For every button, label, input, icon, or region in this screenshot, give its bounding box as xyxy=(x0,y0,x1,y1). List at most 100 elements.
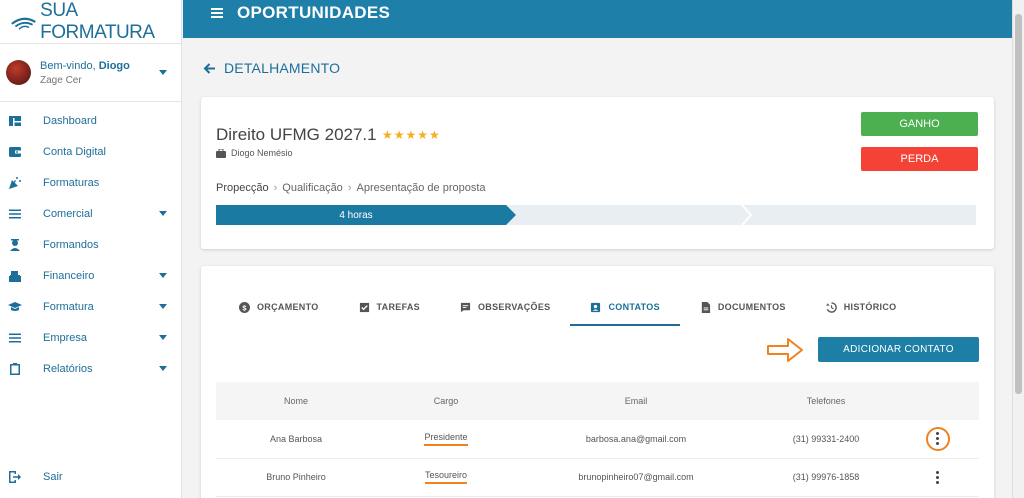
sidebar-item-conta-digital[interactable]: Conta Digital xyxy=(0,136,181,167)
chevron-down-icon xyxy=(159,211,167,216)
contacts-table: Nome Cargo Email Telefones Ana Barbosa P… xyxy=(216,382,979,497)
avatar xyxy=(6,60,31,85)
menu-icon xyxy=(8,331,22,345)
clipboard-icon xyxy=(8,362,22,376)
menu-icon xyxy=(8,207,22,221)
brand-logo[interactable]: SUA FORMATURA xyxy=(0,0,181,44)
tab-label: CONTATOS xyxy=(608,302,660,312)
dashboard-icon xyxy=(8,114,22,128)
back-label: DETALHAMENTO xyxy=(224,60,341,76)
table-row[interactable]: Ana Barbosa Presidente barbosa.ana@gmail… xyxy=(216,420,979,459)
graduation-cap-icon xyxy=(8,300,22,314)
step-item[interactable]: Apresentação de proposta xyxy=(356,182,485,194)
chevron-right-icon: › xyxy=(273,182,278,194)
svg-text:$: $ xyxy=(242,303,246,312)
briefcase-icon xyxy=(216,148,226,158)
column-header-nome[interactable]: Nome xyxy=(216,382,376,420)
row-actions-cell xyxy=(896,420,979,459)
party-icon xyxy=(8,176,22,190)
cash-register-icon xyxy=(8,269,22,283)
tab-label: ORÇAMENTO xyxy=(257,302,319,312)
sidebar-item-formatura[interactable]: Formatura xyxy=(0,291,181,322)
lost-button[interactable]: PERDA xyxy=(861,147,978,171)
tab-observacoes[interactable]: OBSERVAÇÕES xyxy=(440,288,570,326)
sidebar-item-label: Financeiro xyxy=(43,269,95,282)
sidebar-item-label: Formaturas xyxy=(43,176,100,189)
comment-icon xyxy=(460,302,471,312)
sidebar-item-label: Dashboard xyxy=(43,114,97,127)
history-icon xyxy=(825,301,837,313)
sidebar-item-relatorios[interactable]: Relatórios xyxy=(0,353,181,384)
chevron-down-icon xyxy=(159,366,167,371)
contact-role: Presidente xyxy=(424,432,468,446)
tab-label: HISTÓRICO xyxy=(843,302,897,312)
add-contact-button[interactable]: ADICIONAR CONTATO xyxy=(818,337,979,362)
sidebar-item-formandos[interactable]: Formandos xyxy=(0,229,181,260)
tab-contatos[interactable]: CONTATOS xyxy=(570,288,681,326)
wallet-icon xyxy=(8,145,22,159)
scrollbar-thumb[interactable] xyxy=(1015,14,1022,394)
back-link[interactable]: DETALHAMENTO xyxy=(203,60,340,76)
tab-label: DOCUMENTOS xyxy=(717,302,786,312)
contact-role: Tesoureiro xyxy=(424,470,468,484)
sidebar-item-formaturas[interactable]: Formaturas xyxy=(0,167,181,198)
won-button[interactable]: GANHO xyxy=(861,112,978,136)
column-header-actions xyxy=(896,382,979,420)
tab-label: OBSERVAÇÕES xyxy=(477,302,551,312)
task-check-icon xyxy=(359,302,369,312)
hamburger-menu-icon[interactable] xyxy=(211,8,223,18)
sidebar-item-empresa[interactable]: Empresa xyxy=(0,322,181,353)
contact-email: brunopinheiro07@gmail.com xyxy=(516,458,756,497)
step-item[interactable]: Qualificação xyxy=(282,182,343,194)
sidebar-item-label: Comercial xyxy=(43,207,93,220)
more-vert-icon[interactable] xyxy=(926,465,950,489)
more-vert-icon[interactable] xyxy=(925,426,950,451)
scrollbar[interactable] xyxy=(1012,0,1024,498)
column-header-telefones[interactable]: Telefones xyxy=(756,382,896,420)
deal-card: Direito UFMG 2027.1 ★★★★★ Diogo Nemésio … xyxy=(201,97,994,249)
deal-owner: Diogo Nemésio xyxy=(216,148,293,158)
contact-role-cell: Tesoureiro xyxy=(376,458,516,497)
tab-bar: $ ORÇAMENTO TAREFAS OBSERVAÇÕES CONTATOS… xyxy=(219,288,916,326)
pipeline-stage-current[interactable]: 4 horas xyxy=(216,205,516,225)
document-icon xyxy=(701,301,710,313)
sidebar-item-dashboard[interactable]: Dashboard xyxy=(0,105,181,136)
table-row[interactable]: Bruno Pinheiro Tesoureiro brunopinheiro0… xyxy=(216,458,979,497)
sidebar-nav: Dashboard Conta Digital Formaturas Comer… xyxy=(0,105,181,384)
step-current[interactable]: Propecção xyxy=(216,182,269,194)
contact-phone: (31) 99976-1858 xyxy=(756,458,896,497)
column-header-email[interactable]: Email xyxy=(516,382,756,420)
tab-tarefas[interactable]: TAREFAS xyxy=(339,288,440,326)
contact-name: Ana Barbosa xyxy=(216,420,376,459)
contact-email: barbosa.ana@gmail.com xyxy=(516,420,756,459)
sidebar-item-comercial[interactable]: Comercial xyxy=(0,198,181,229)
rating-stars[interactable]: ★★★★★ xyxy=(382,128,441,142)
chevron-down-icon xyxy=(159,70,167,75)
user-menu[interactable]: Bem-vindo, Diogo Zage Cer xyxy=(0,44,181,102)
logo-icon xyxy=(11,17,36,30)
sidebar-item-label: Conta Digital xyxy=(43,145,106,158)
logout-icon xyxy=(9,471,21,483)
welcome-text: Bem-vindo, Diogo xyxy=(40,60,130,72)
pipeline-separator xyxy=(741,205,753,225)
logout-button[interactable]: Sair xyxy=(8,470,63,484)
arrow-left-icon xyxy=(203,62,215,74)
graduate-icon xyxy=(8,238,22,252)
deal-title: Direito UFMG 2027.1 xyxy=(216,125,377,144)
column-header-cargo[interactable]: Cargo xyxy=(376,382,516,420)
row-actions-cell xyxy=(896,458,979,497)
tab-orcamento[interactable]: $ ORÇAMENTO xyxy=(219,288,339,326)
owner-name: Diogo Nemésio xyxy=(231,148,293,158)
brand-name: SUA FORMATURA xyxy=(40,0,155,43)
company-name: Zage Cer xyxy=(40,74,82,86)
table-header-row: Nome Cargo Email Telefones xyxy=(216,382,979,420)
chevron-down-icon xyxy=(159,304,167,309)
logout-label: Sair xyxy=(43,471,63,483)
tab-label: TAREFAS xyxy=(376,302,420,312)
tab-historico[interactable]: HISTÓRICO xyxy=(806,288,917,326)
contact-card-icon xyxy=(591,302,601,312)
page-title: OPORTUNIDADES xyxy=(237,3,391,22)
sidebar-item-label: Relatórios xyxy=(43,362,93,375)
tab-documentos[interactable]: DOCUMENTOS xyxy=(680,288,806,326)
sidebar-item-financeiro[interactable]: Financeiro xyxy=(0,260,181,291)
